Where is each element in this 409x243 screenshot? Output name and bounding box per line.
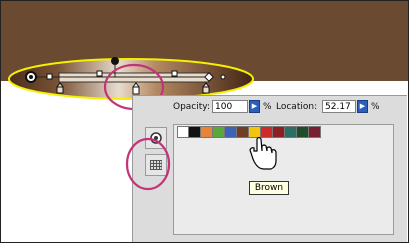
canvas: Opacity: 100 ▶ % Location: 52.17 ▶ % Bro… bbox=[0, 0, 409, 243]
hand-cursor-icon bbox=[249, 136, 277, 170]
swatch-tooltip: Brown bbox=[249, 181, 289, 195]
